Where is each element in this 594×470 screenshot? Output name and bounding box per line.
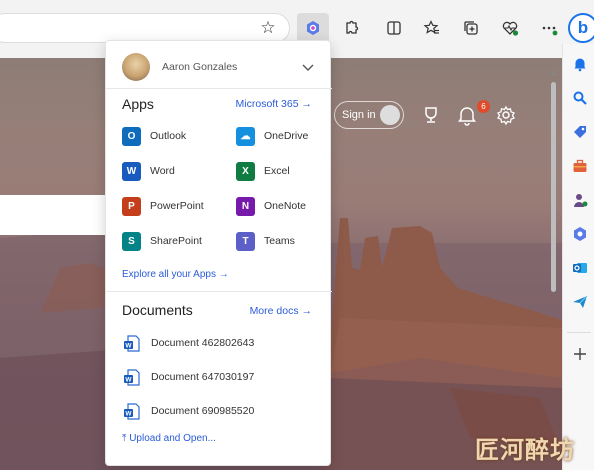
app-item-teams[interactable]: T Teams: [236, 231, 295, 251]
account-avatar: [122, 53, 150, 81]
bing-copilot-button[interactable]: b: [568, 13, 594, 43]
word-document-icon: W: [124, 402, 140, 420]
app-item-outlook[interactable]: O Outlook: [122, 126, 186, 146]
favorites-star-icon: [423, 20, 439, 34]
split-screen-button[interactable]: [378, 13, 410, 43]
upload-and-open-label: Upload and Open...: [129, 433, 216, 444]
notification-count-badge: 6: [477, 100, 490, 113]
sidebar-outlook-icon[interactable]: [572, 260, 588, 276]
onenote-icon: N: [236, 196, 255, 216]
svg-text:W: W: [125, 342, 132, 349]
teams-icon: T: [236, 231, 255, 251]
app-item-onedrive[interactable]: ☁ OneDrive: [236, 126, 308, 146]
word-document-icon: W: [124, 334, 140, 352]
app-item-excel[interactable]: X Excel: [236, 161, 290, 181]
sidebar-tools-briefcase-icon[interactable]: [572, 158, 588, 174]
sidebar-games-icon[interactable]: [572, 192, 588, 208]
divider: [106, 291, 332, 292]
app-item-powerpoint[interactable]: P PowerPoint: [122, 196, 204, 216]
rewards-trophy-icon[interactable]: [420, 104, 442, 126]
explore-all-apps-link[interactable]: Explore all your Apps →: [122, 269, 229, 280]
app-label: OneDrive: [264, 130, 309, 142]
app-label: OneNote: [264, 200, 307, 212]
settings-gear-icon[interactable]: [495, 104, 517, 126]
app-label: PowerPoint: [150, 200, 204, 212]
favorite-star-icon[interactable]: ☆: [258, 18, 278, 38]
account-name: Aaron Gonzales: [162, 61, 238, 73]
extensions-button[interactable]: [335, 13, 367, 43]
edge-sidebar: [562, 44, 594, 470]
notifications-bell-icon[interactable]: [456, 104, 478, 126]
page-scrollbar[interactable]: ▲: [548, 68, 559, 470]
account-switcher[interactable]: Aaron Gonzales: [122, 53, 316, 83]
powerpoint-icon: P: [122, 196, 141, 216]
documents-heading: Documents: [122, 302, 193, 318]
document-item[interactable]: W Document 462802643: [122, 333, 254, 353]
svg-text:W: W: [125, 376, 132, 383]
app-label: SharePoint: [150, 235, 202, 247]
more-options-button[interactable]: [533, 13, 565, 43]
sharepoint-icon: S: [122, 231, 141, 251]
sidebar-shopping-tag-icon[interactable]: [572, 124, 588, 140]
outlook-icon: O: [122, 126, 141, 146]
favorites-button[interactable]: [416, 13, 448, 43]
sidebar-divider: [567, 332, 591, 333]
document-item[interactable]: W Document 647030197: [122, 367, 254, 387]
svg-text:W: W: [125, 410, 132, 417]
document-label: Document 647030197: [151, 371, 255, 383]
sidebar-search-icon[interactable]: [572, 90, 588, 106]
collections-button[interactable]: [455, 13, 487, 43]
upload-and-open-link[interactable]: ⤒ Upload and Open...: [122, 433, 216, 444]
chevron-down-icon[interactable]: [300, 59, 316, 75]
heart-pulse-icon: [502, 21, 519, 36]
app-item-word[interactable]: W Word: [122, 161, 175, 181]
microsoft365-link[interactable]: Microsoft 365 →: [236, 98, 312, 110]
scroll-thumb[interactable]: [551, 82, 556, 292]
document-item[interactable]: W Document 690985520: [122, 401, 254, 421]
sign-in-label: Sign in: [342, 109, 376, 121]
collections-icon: [464, 21, 478, 35]
excel-icon: X: [236, 161, 255, 181]
app-label: Excel: [264, 165, 290, 177]
more-dots-icon: [542, 26, 558, 36]
apps-heading: Apps: [122, 96, 154, 112]
sidebar-microsoft365-icon[interactable]: [572, 226, 588, 242]
document-label: Document 690985520: [151, 405, 255, 417]
app-label: Word: [150, 165, 175, 177]
onedrive-icon: ☁: [236, 126, 255, 146]
address-bar[interactable]: [0, 13, 290, 43]
word-document-icon: W: [124, 368, 140, 386]
user-avatar-icon: [380, 105, 400, 125]
app-label: Teams: [264, 235, 295, 247]
sidebar-send-icon[interactable]: [572, 294, 588, 310]
more-docs-link[interactable]: More docs →: [250, 305, 312, 317]
app-item-onenote[interactable]: N OneNote: [236, 196, 306, 216]
document-label: Document 462802643: [151, 337, 255, 349]
scroll-up-arrow-icon[interactable]: ▲: [550, 68, 558, 77]
sidebar-add-icon[interactable]: [572, 346, 588, 362]
split-screen-icon: [387, 21, 401, 35]
app-label: Outlook: [150, 130, 187, 142]
divider: [106, 88, 332, 89]
microsoft365-panel: Aaron Gonzales Apps Microsoft 365 → O Out…: [105, 40, 332, 466]
puzzle-icon: [346, 20, 359, 34]
watermark-text: 匠河醉坊: [475, 436, 575, 464]
sign-in-button[interactable]: Sign in: [334, 101, 404, 129]
microsoft365-icon: [307, 21, 319, 35]
browser-essentials-button[interactable]: [494, 13, 526, 43]
app-item-sharepoint[interactable]: S SharePoint: [122, 231, 202, 251]
sidebar-bell-icon[interactable]: [572, 56, 588, 72]
microsoft365-extension-button[interactable]: [297, 13, 329, 43]
word-icon: W: [122, 161, 141, 181]
